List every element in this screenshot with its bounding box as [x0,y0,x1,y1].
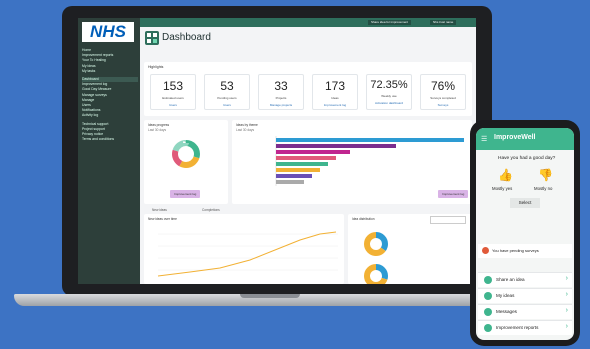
stat-card: 76% Surveys completed Surveys [420,74,466,110]
idea-distribution-title: Idea distribution [352,217,375,221]
mostly-yes-label: Mostly yes [492,186,513,191]
trust-selector[interactable]: Nhs trust name [430,20,457,25]
improvement-log-button[interactable]: Improvement log [170,190,201,198]
stat-link[interactable]: Improvement log [313,103,357,107]
sidebar: NHS Home Improvement reports Your To Hea… [78,18,140,284]
stat-value: 173 [324,79,346,93]
tab-completions[interactable]: Completions [202,208,220,212]
ideas-line-chart [157,231,338,277]
menu-icon[interactable]: ☰ [481,135,487,143]
ideas-over-time-title: New ideas over time [148,217,177,221]
message-icon [484,308,492,316]
tab-new-ideas[interactable]: New ideas [152,208,167,212]
ideas-progress-subtitle: Last 30 days [148,128,167,132]
ideas-icon [484,292,492,300]
chevron-right-icon: › [565,275,568,282]
stat-link[interactable]: Manage projects [259,103,303,107]
page-title: Dashboard [162,32,211,43]
theme-bar-chart [275,136,464,186]
notice-text: You have pending surveys [492,248,539,253]
thumbs-down-icon[interactable]: 👎 [538,168,553,182]
stat-card: 153 Estimated users Users [150,74,196,110]
top-bar: Share idea for improvement Nhs trust nam… [140,18,476,27]
menu-label: My ideas [496,293,515,298]
stat-label: Estimated users [162,96,184,100]
distribution-donut-2 [364,264,388,284]
pending-surveys-notice[interactable]: You have pending surveys [478,244,572,258]
stat-link[interactable]: Users [151,103,195,107]
stat-label: Pending users [217,96,237,100]
stat-label: Surveys completed [430,96,456,100]
stat-value: 72.35% [370,79,408,91]
laptop-frame: NHS Home Improvement reports Your To Hea… [62,6,492,296]
chevron-right-icon: › [565,291,568,298]
stat-card: 173 Ideas Improvement log [312,74,358,110]
stat-card: 33 Projects Manage projects [258,74,304,110]
alert-icon [482,247,489,254]
stat-value: 76% [430,79,456,93]
menu-label: Messages [496,309,517,314]
stat-value: 33 [274,79,288,93]
stat-label: Ideas [331,96,339,100]
progress-donut [172,140,200,168]
stat-card: 72.35% Weekly use Activation dashboard [366,74,412,110]
mostly-no-label: Mostly no [534,186,553,191]
stat-link[interactable]: Users [205,103,249,107]
ideas-by-theme-title: Ideas by theme [236,123,258,127]
stat-link[interactable]: Activation dashboard [367,101,411,105]
lightbulb-icon [484,276,492,284]
sidebar-nav: Home Improvement reports Your To Healing… [82,48,138,142]
stat-link[interactable]: Surveys [421,103,465,107]
dashboard-icon [145,31,159,45]
laptop-notch [240,294,300,298]
phone-screen: ☰ ImproveWell Have you had a good day? 👍… [476,128,574,340]
stat-label: Weekly use [381,94,397,98]
menu-my-ideas[interactable]: My ideas › [478,288,572,303]
thumbs-up-icon[interactable]: 👍 [498,168,513,182]
phone-header: ☰ ImproveWell [476,128,574,150]
report-icon [484,324,492,332]
app-title: ImproveWell [494,134,536,141]
chevron-right-icon: › [565,307,568,314]
menu-improvement-reports[interactable]: Improvement reports › [478,320,572,335]
menu-share-idea[interactable]: Share an idea › [478,272,572,287]
select-button[interactable]: Select [510,198,540,208]
menu-messages[interactable]: Messages › [478,304,572,319]
improvement-log-button-2[interactable]: Improvement log [438,190,469,198]
ideas-by-theme-subtitle: Last 30 days [236,128,255,132]
nhs-logo: NHS [82,22,134,42]
highlights-label: Highlights [148,65,164,69]
ideas-progress-title: Ideas progress [148,123,170,127]
laptop-screen: NHS Home Improvement reports Your To Hea… [78,18,476,284]
distribution-donut-1 [364,232,388,256]
menu-label: Share an idea [496,277,525,282]
sidebar-item[interactable]: Terms and conditions [82,137,138,142]
distribution-select[interactable] [430,216,466,224]
stat-card: 53 Pending users Users [204,74,250,110]
stat-value: 153 [162,79,184,93]
good-day-question: Have you had a good day? [498,156,556,161]
menu-label: Improvement reports [496,325,539,330]
chevron-right-icon: › [565,323,568,330]
phone-frame: ☰ ImproveWell Have you had a good day? 👍… [470,120,580,346]
stat-label: Projects [275,96,287,100]
share-idea-button[interactable]: Share idea for improvement [368,20,412,25]
stat-value: 53 [220,79,234,93]
